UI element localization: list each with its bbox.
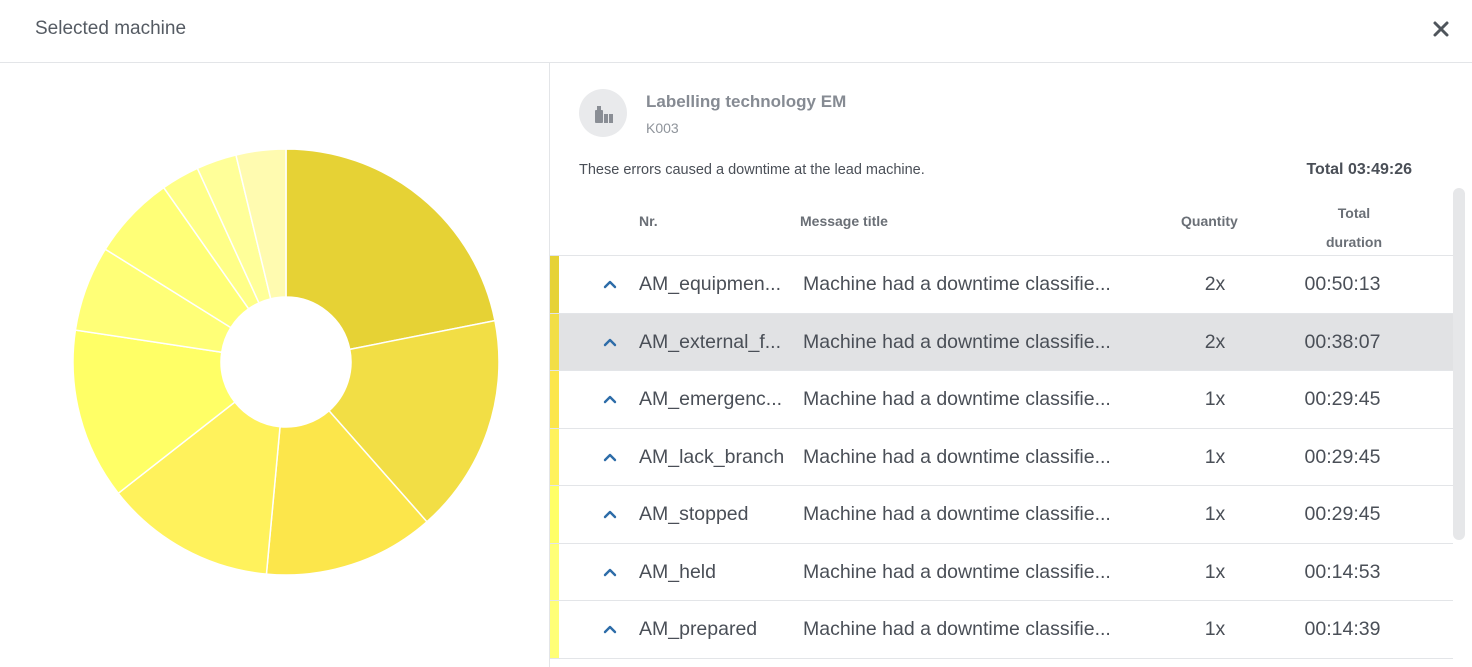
donut-slice[interactable] [285,148,496,351]
downtime-info-text: These errors caused a downtime at the le… [579,162,925,178]
row-color-bar [550,313,559,370]
table-row[interactable]: AM_held Machine had a downtime classifie… [550,543,1453,601]
column-header-total-duration[interactable]: Total duration [1316,199,1392,257]
row-color-bar [550,601,559,658]
table-row[interactable]: AM_equipmen... Machine had a downtime cl… [550,256,1453,314]
row-quantity: 1x [1204,560,1226,583]
row-message-title: Machine had a downtime classifie... [803,503,1111,525]
downtime-donut-chart [72,148,500,576]
row-nr: AM_lack_branch [639,445,785,468]
row-color-bar [550,256,559,313]
chevron-up-icon[interactable] [602,506,618,522]
chevron-up-icon[interactable] [602,391,618,407]
row-nr: AM_stopped [639,503,749,525]
chevron-up-icon[interactable] [602,621,618,637]
row-quantity: 2x [1204,330,1226,353]
machine-name: Labelling technology EM [646,92,847,111]
row-duration: 00:14:39 [1304,618,1381,640]
error-table-body: AM_equipmen... Machine had a downtime cl… [550,256,1453,659]
table-row-selected[interactable]: AM_external_f... Machine had a downtime … [550,313,1453,371]
row-color-bar [550,543,559,600]
chevron-up-icon[interactable] [602,449,618,465]
row-message-title: Machine had a downtime classifie... [803,445,1111,468]
row-color-bar [550,428,559,485]
row-nr: AM_emergenc... [639,388,783,410]
dialog-title: Selected machine [35,18,187,39]
chevron-up-icon[interactable] [602,334,618,350]
table-scrollbar[interactable] [1453,188,1465,540]
row-duration: 00:29:45 [1304,388,1381,410]
table-row[interactable]: AM_prepared Machine had a downtime class… [550,601,1453,659]
row-duration: 00:29:45 [1304,445,1381,468]
dialog-header: Selected machine [0,0,1472,63]
row-nr: AM_held [639,560,716,583]
row-message-title: Machine had a downtime classifie... [803,618,1111,640]
table-row[interactable]: AM_lack_branch Machine had a downtime cl… [550,428,1453,486]
table-row[interactable]: AM_stopped Machine had a downtime classi… [550,486,1453,544]
column-header-quantity[interactable]: Quantity [1181,213,1238,229]
row-duration: 00:14:53 [1304,560,1381,583]
total-duration: Total 03:49:26 [1306,161,1412,178]
chevron-up-icon[interactable] [602,276,618,292]
row-quantity: 1x [1204,618,1226,640]
row-color-bar [550,371,559,428]
row-message-title: Machine had a downtime classifie... [803,560,1111,583]
column-header-duration-line1: Total [1337,205,1371,221]
row-message-title: Machine had a downtime classifie... [803,273,1111,295]
row-color-bar [550,486,559,543]
row-nr: AM_external_f... [639,330,781,353]
row-quantity: 1x [1204,503,1226,525]
row-message-title: Machine had a downtime classifie... [803,388,1111,410]
row-nr: AM_equipmen... [639,273,781,295]
chevron-up-icon[interactable] [602,564,618,580]
table-row[interactable]: AM_emergenc... Machine had a downtime cl… [550,371,1453,429]
machine-id: K003 [646,120,679,136]
column-header-message-title[interactable]: Message title [800,213,888,229]
row-duration: 00:50:13 [1304,273,1381,295]
row-quantity: 1x [1204,388,1226,410]
machine-icon [579,89,627,137]
row-duration: 00:29:45 [1304,503,1381,525]
row-quantity: 2x [1204,273,1226,295]
column-header-nr[interactable]: Nr. [639,213,658,229]
column-header-duration-line2: duration [1326,234,1382,250]
row-nr: AM_prepared [639,618,758,640]
row-message-title: Machine had a downtime classifie... [803,330,1111,353]
row-duration: 00:38:07 [1304,330,1381,353]
close-icon[interactable] [1430,18,1452,40]
row-quantity: 1x [1204,445,1226,468]
